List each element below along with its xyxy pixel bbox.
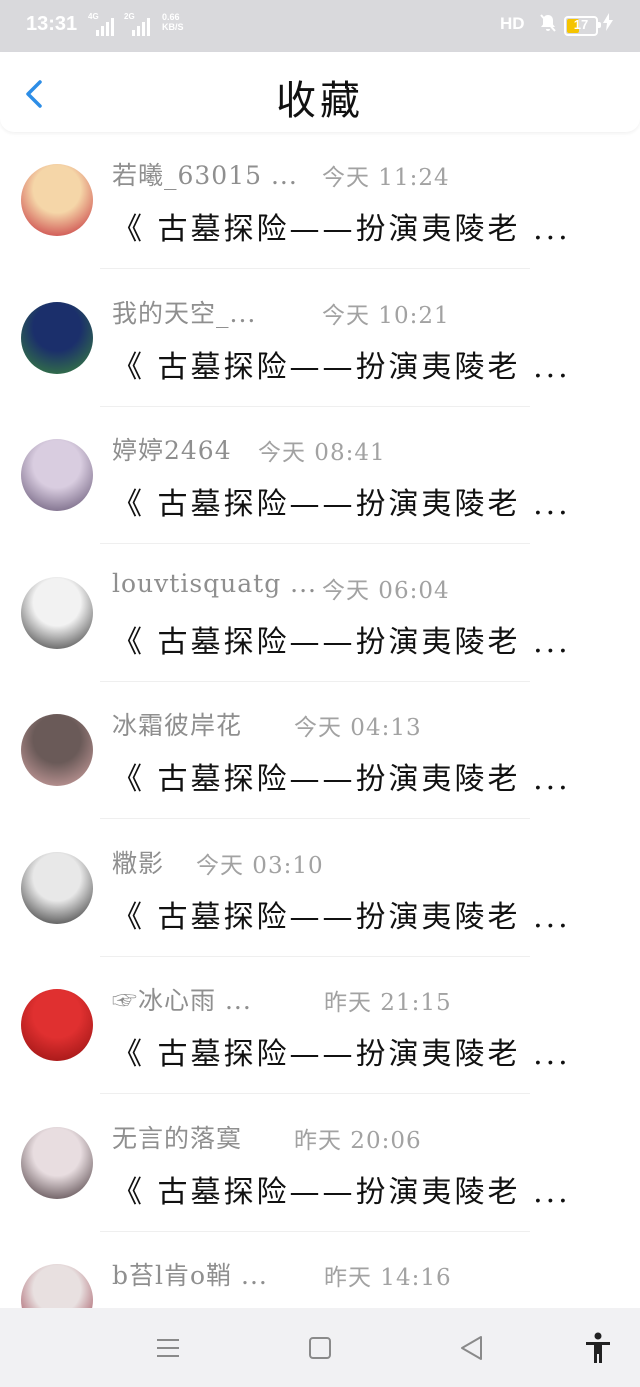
list-item[interactable]: 无言的落寞 昨天 20:06 《 古墓探险——扮演夷陵老 ... xyxy=(0,1095,640,1233)
mute-bell-icon xyxy=(538,13,558,38)
timestamp: 今天 08:41 xyxy=(258,440,386,466)
avatar[interactable] xyxy=(21,439,93,511)
header: 收藏 xyxy=(0,52,640,132)
user-name: 无言的落寞 xyxy=(112,1123,243,1153)
favorites-list: 若曦_63015 ... 今天 11:24 《 古墓探险——扮演夷陵老 ... 我的天… xyxy=(0,132,640,1308)
list-item[interactable]: 我的天空_... 今天 10:21 《 古墓探险——扮演夷陵老 ... xyxy=(0,270,640,408)
user-name: 糤影 xyxy=(112,848,165,878)
menu-icon[interactable] xyxy=(150,1330,186,1366)
avatar[interactable] xyxy=(21,851,93,924)
list-item[interactable]: 冰霜彼岸花 今天 04:13 《 古墓探险——扮演夷陵老 ... xyxy=(0,682,640,820)
timestamp: 今天 03:10 xyxy=(196,852,324,879)
battery-icon: 17 xyxy=(564,16,601,36)
timestamp: 昨天 14:16 xyxy=(324,1265,452,1291)
user-name: louvtisquatg ... xyxy=(112,568,317,598)
item-title: 《 古墓探险——扮演夷陵老 ... xyxy=(112,624,571,660)
avatar[interactable] xyxy=(21,1264,93,1308)
list-item[interactable]: 婷婷2464 今天 08:41 《 古墓探险——扮演夷陵老 ... xyxy=(0,407,640,545)
user-name: 若曦_63015 ... xyxy=(112,161,298,190)
timestamp: 今天 11:24 xyxy=(322,165,450,191)
status-bar: 13:31 4G 2G 0.66 KB/S HD 17 xyxy=(0,0,640,52)
avatar[interactable] xyxy=(21,164,93,236)
avatar[interactable] xyxy=(21,989,93,1061)
list-item[interactable]: 若曦_63015 ... 今天 11:24 《 古墓探险——扮演夷陵老 ... xyxy=(0,132,640,270)
user-name: 婷婷2464 xyxy=(112,436,232,465)
timestamp: 今天 06:04 xyxy=(322,577,450,604)
avatar[interactable] xyxy=(21,714,93,786)
item-title: 《 古墓探险——扮演夷陵老 ... xyxy=(112,487,571,522)
user-name: 冰霜彼岸花 xyxy=(112,711,243,740)
timestamp: 今天 04:13 xyxy=(294,715,422,741)
timestamp: 今天 10:21 xyxy=(322,302,450,329)
user-name: ☞冰心雨 ... xyxy=(112,986,252,1015)
item-title: 《 古墓探险——扮演夷陵老 ... xyxy=(112,899,571,935)
timestamp: 昨天 21:15 xyxy=(324,990,452,1016)
item-title: 《 古墓探险——扮演夷陵老 ... xyxy=(112,1174,571,1210)
status-time: 13:31 xyxy=(26,13,78,35)
list-item[interactable]: ☞冰心雨 ... 昨天 21:15 《 古墓探险——扮演夷陵老 ... xyxy=(0,957,640,1095)
hd-voice-icon: HD xyxy=(500,14,525,33)
net-speed: 0.66 KB/S xyxy=(162,12,184,32)
item-title: 《 古墓探险——扮演夷陵老 ... xyxy=(112,349,571,385)
cell-signal-1-icon: 4G xyxy=(88,12,114,36)
user-name: b苔l肯o鞘 ... xyxy=(112,1261,268,1290)
accessibility-icon[interactable] xyxy=(580,1330,616,1366)
user-name: 我的天空_... xyxy=(112,298,257,328)
page-title: 收藏 xyxy=(276,78,364,124)
item-title: 《 古墓探险——扮演夷陵老 ... xyxy=(112,762,571,797)
list-item[interactable]: louvtisquatg ... 今天 06:04 《 古墓探险——扮演夷陵老 ..… xyxy=(0,545,640,683)
avatar[interactable] xyxy=(21,576,93,649)
home-square-icon[interactable] xyxy=(302,1330,338,1366)
avatar[interactable] xyxy=(21,301,93,374)
avatar[interactable] xyxy=(21,1126,93,1199)
system-nav-bar xyxy=(0,1308,640,1387)
timestamp: 昨天 20:06 xyxy=(294,1127,422,1154)
list-item[interactable]: b苔l肯o鞘 ...昨天 14:16《 古墓探险——扮演夷陵老 ... xyxy=(0,1232,640,1308)
list-item[interactable]: 糤影 今天 03:10 《 古墓探险——扮演夷陵老 ... xyxy=(0,820,640,958)
item-title: 《 古墓探险——扮演夷陵老 ... xyxy=(112,1037,571,1072)
item-title: 《 古墓探险——扮演夷陵老 ... xyxy=(112,212,571,247)
charging-icon xyxy=(602,13,614,36)
back-triangle-icon[interactable] xyxy=(454,1330,490,1366)
cell-signal-2-icon: 2G xyxy=(124,12,150,36)
